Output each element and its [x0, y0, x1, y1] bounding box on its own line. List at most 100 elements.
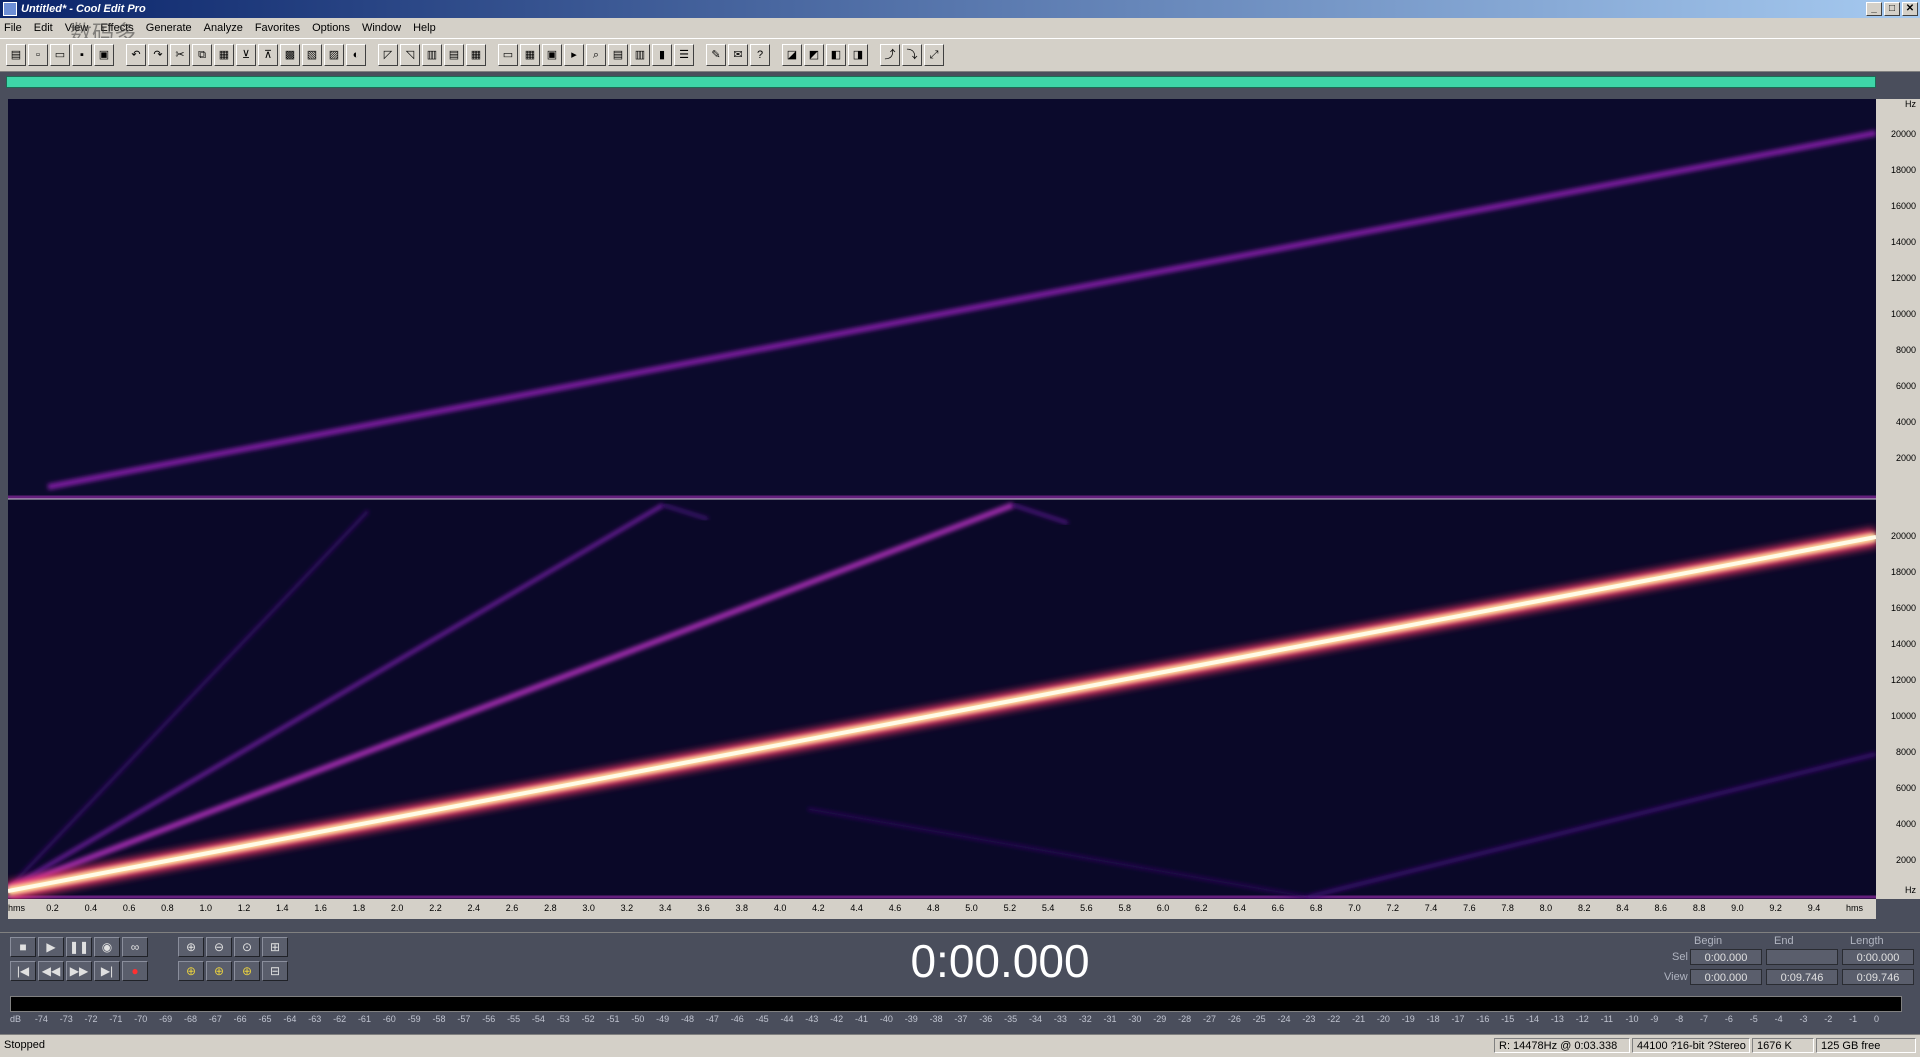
zoom-selection-icon[interactable]: ⊕ — [234, 961, 260, 981]
rewind-button[interactable]: ◀◀ — [38, 961, 64, 981]
close-file-icon[interactable]: ▣ — [94, 44, 114, 66]
settings-icon[interactable]: ▭ — [498, 44, 518, 66]
record-button[interactable]: ● — [122, 961, 148, 981]
meter-icon[interactable]: ▥ — [630, 44, 650, 66]
menu-analyze[interactable]: Analyze — [204, 22, 243, 34]
status-state: Stopped — [4, 1039, 45, 1051]
fullscreen-icon[interactable]: ⤢ — [924, 44, 944, 66]
pause-button[interactable]: ❚❚ — [66, 937, 92, 957]
fast-forward-button[interactable]: ▶▶ — [66, 961, 92, 981]
bars-icon[interactable]: ▮ — [652, 44, 672, 66]
select-all-icon[interactable]: ▩ — [280, 44, 300, 66]
time-tick: 6.8 — [1309, 903, 1323, 913]
loop-button[interactable]: ∞ — [122, 937, 148, 957]
hz-tick: 12000 — [1890, 675, 1916, 685]
snap-icon[interactable]: ▧ — [302, 44, 322, 66]
toggle-view-icon[interactable]: ▤ — [6, 44, 26, 66]
meter-tick: -73 — [59, 1014, 73, 1024]
multitrack-view-icon[interactable]: ▦ — [466, 44, 486, 66]
play-button[interactable]: ▶ — [38, 937, 64, 957]
meter-tick: -6 — [1724, 1014, 1733, 1024]
meter-tick: -47 — [705, 1014, 719, 1024]
amplify-icon[interactable]: ⤴ — [880, 44, 900, 66]
meter-tick: -60 — [382, 1014, 396, 1024]
meter-tick: -25 — [1252, 1014, 1266, 1024]
noise-reduction-icon[interactable]: ◪ — [782, 44, 802, 66]
spectrogram[interactable] — [6, 99, 1878, 900]
mix-paste-icon[interactable]: ⊼ — [258, 44, 278, 66]
view-length-field[interactable]: 0:09.746 — [1842, 969, 1914, 985]
paste-icon[interactable]: ▦ — [214, 44, 234, 66]
grid-icon[interactable]: ▦ — [520, 44, 540, 66]
play-to-end-button[interactable]: ◉ — [94, 937, 120, 957]
open-file-icon[interactable]: ▭ — [50, 44, 70, 66]
undo-icon[interactable]: ↶ — [126, 44, 146, 66]
help-icon[interactable]: ? — [750, 44, 770, 66]
waveform-view-icon[interactable]: ▥ — [422, 44, 442, 66]
trim-icon[interactable]: ⊻ — [236, 44, 256, 66]
menu-edit[interactable]: Edit — [34, 22, 53, 34]
meter-tick: -52 — [581, 1014, 595, 1024]
meter-tick: -67 — [208, 1014, 222, 1024]
level-meter-bar — [10, 996, 1902, 1012]
zoom-full-icon[interactable]: ⊙ — [234, 937, 260, 957]
view-begin-field[interactable]: 0:00.000 — [1690, 969, 1762, 985]
menu-file[interactable]: File — [4, 22, 22, 34]
minimize-button[interactable]: _ — [1866, 2, 1882, 16]
list-icon[interactable]: ☰ — [674, 44, 694, 66]
time-tick: 1.6 — [314, 903, 327, 913]
redo-icon[interactable]: ↷ — [148, 44, 168, 66]
title-bar: Untitled* - Cool Edit Pro _ □ ✕ — [0, 0, 1920, 18]
meter-tick: -14 — [1526, 1014, 1540, 1024]
menu-help[interactable]: Help — [413, 22, 436, 34]
block-icon[interactable]: ▣ — [542, 44, 562, 66]
zoom-left-icon[interactable]: ⊕ — [178, 961, 204, 981]
overview-bar[interactable] — [6, 76, 1876, 88]
menu-favorites[interactable]: Favorites — [255, 22, 300, 34]
marker-icon[interactable]: ▨ — [324, 44, 344, 66]
scripts-batch-icon[interactable]: ✉ — [728, 44, 748, 66]
cut-icon[interactable]: ✂ — [170, 44, 190, 66]
copy-icon[interactable]: ⧉ — [192, 44, 212, 66]
graphic-eq-icon[interactable]: ◨ — [848, 44, 868, 66]
click-remover-icon[interactable]: ◧ — [826, 44, 846, 66]
meter-tick: -65 — [258, 1014, 272, 1024]
menu-options[interactable]: Options — [312, 22, 350, 34]
counter-icon[interactable]: ▤ — [608, 44, 628, 66]
maximize-button[interactable]: □ — [1884, 2, 1900, 16]
new-file-icon[interactable]: ▫ — [28, 44, 48, 66]
stretch-icon[interactable]: ⤵ — [902, 44, 922, 66]
hiss-icon[interactable]: ◩ — [804, 44, 824, 66]
time-tick: 8.2 — [1577, 903, 1591, 913]
zoom-out-icon[interactable]: ⊖ — [206, 937, 232, 957]
meter-tick: -31 — [1103, 1014, 1117, 1024]
go-to-start-button[interactable]: |◀ — [10, 961, 36, 981]
hz-tick: 10000 — [1890, 711, 1916, 721]
zoom-in-icon[interactable]: ⊕ — [178, 937, 204, 957]
time-tick: 4.2 — [812, 903, 825, 913]
menu-generate[interactable]: Generate — [146, 22, 192, 34]
zoom-right-icon[interactable]: ⊕ — [206, 961, 232, 981]
spline-icon[interactable]: ◹ — [400, 44, 420, 66]
script-icon[interactable]: ✎ — [706, 44, 726, 66]
zoom-tool-icon[interactable]: ⌕ — [586, 44, 606, 66]
hz-tick: 6000 — [1895, 381, 1916, 391]
sel-begin-field[interactable]: 0:00.000 — [1690, 949, 1762, 965]
sel-length-field[interactable]: 0:00.000 — [1842, 949, 1914, 965]
meter-tick: -21 — [1352, 1014, 1366, 1024]
spectrogram-canvas[interactable] — [6, 99, 1878, 900]
spectral-view-icon[interactable]: ▤ — [444, 44, 464, 66]
find-icon[interactable]: ◐ — [346, 44, 366, 66]
go-to-end-button[interactable]: ▶| — [94, 961, 120, 981]
save-file-icon[interactable]: ▪ — [72, 44, 92, 66]
time-tick: 6.6 — [1271, 903, 1285, 913]
sel-end-field[interactable] — [1766, 949, 1838, 965]
zoom-vertical-in-icon[interactable]: ⊞ — [262, 937, 288, 957]
zoom-vertical-out-icon[interactable]: ⊟ — [262, 961, 288, 981]
stop-button[interactable]: ■ — [10, 937, 36, 957]
play-preview-icon[interactable]: ▸ — [564, 44, 584, 66]
envelope-icon[interactable]: ◸ — [378, 44, 398, 66]
close-button[interactable]: ✕ — [1902, 2, 1918, 16]
menu-window[interactable]: Window — [362, 22, 401, 34]
view-end-field[interactable]: 0:09.746 — [1766, 969, 1838, 985]
